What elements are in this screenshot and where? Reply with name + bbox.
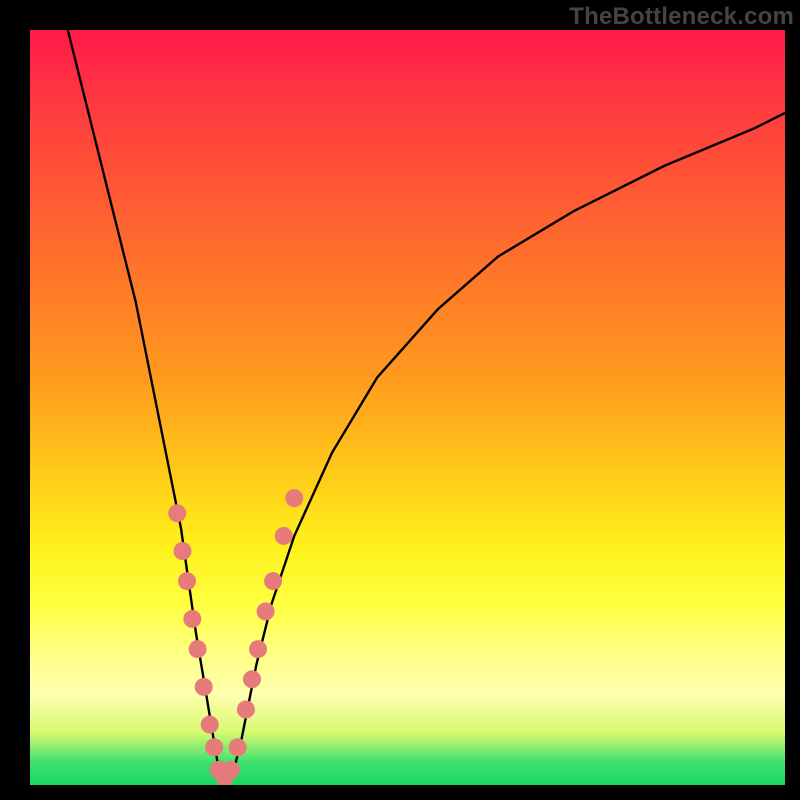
marker-dot: [285, 489, 303, 507]
plot-area: [30, 30, 785, 785]
marker-dot: [174, 542, 192, 560]
marker-dot: [168, 504, 186, 522]
marker-dot: [237, 701, 255, 719]
marker-dot: [257, 602, 275, 620]
chart-svg: [30, 30, 785, 785]
marker-dot: [264, 572, 282, 590]
marker-dot: [201, 716, 219, 734]
marker-dot: [249, 640, 267, 658]
bottleneck-curve: [68, 30, 785, 785]
watermark-text: TheBottleneck.com: [569, 3, 794, 31]
marker-dot: [275, 527, 293, 545]
marker-dot: [189, 640, 207, 658]
marker-dot: [243, 670, 261, 688]
marker-dot: [178, 572, 196, 590]
marker-group: [168, 489, 303, 785]
chart-frame: TheBottleneck.com: [0, 0, 800, 800]
marker-dot: [183, 610, 201, 628]
marker-dot: [195, 678, 213, 696]
marker-dot: [229, 738, 247, 756]
marker-dot: [205, 738, 223, 756]
marker-dot: [222, 761, 240, 779]
